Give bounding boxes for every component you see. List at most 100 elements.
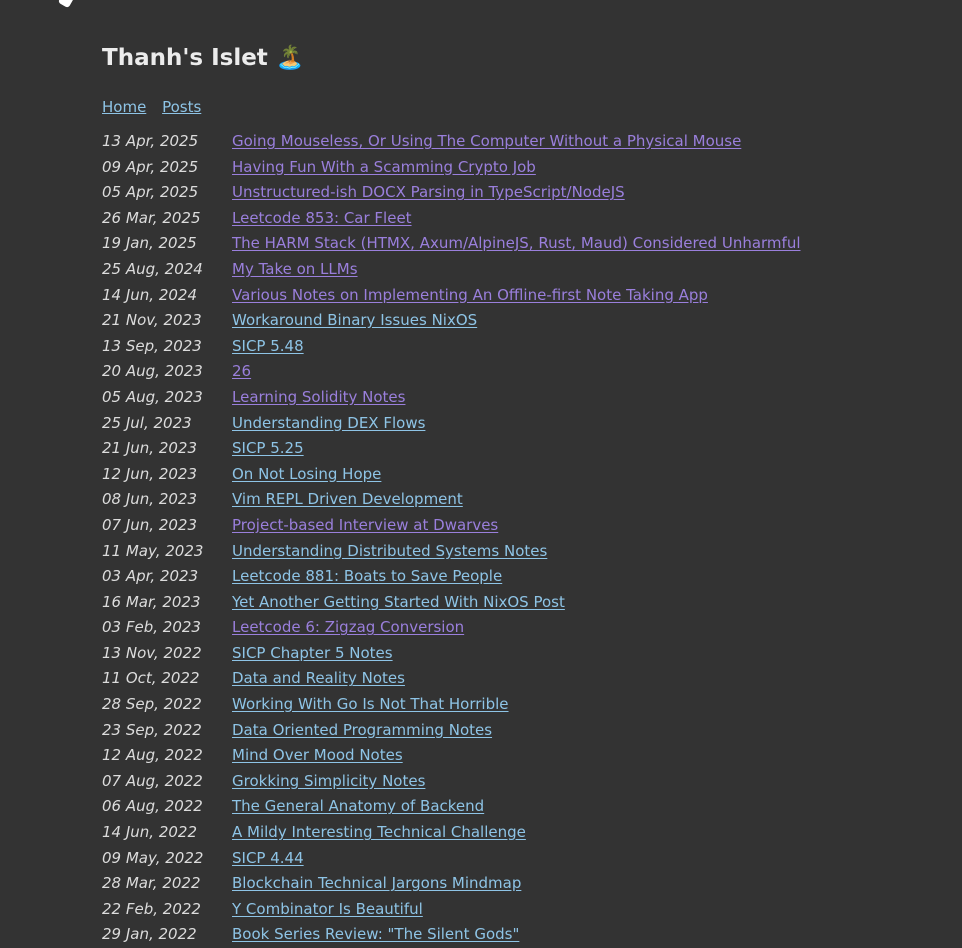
post-date: 03 Feb, 2023 [102,618,201,637]
post-link[interactable]: Leetcode 853: Car Fleet [232,206,412,232]
post-date: 25 Aug, 2024 [102,259,203,278]
post-date: 19 Jan, 2025 [102,234,197,253]
post-link[interactable]: Mind Over Mood Notes [232,743,403,769]
post-list-item: 13 Apr, 2025 Going Mouseless, Or Using Th… [102,129,801,155]
post-list-item: 11 Oct, 2022 Data and Reality Notes [102,666,801,692]
post-link[interactable]: 26 [232,359,251,385]
post-link[interactable]: My Take on LLMs [232,257,358,283]
post-list-item: 29 Jan, 2022 Book Series Review: "The Sil… [102,922,801,948]
post-link[interactable]: Working With Go Is Not That Horrible [232,692,509,718]
post-list-item: 05 Aug, 2023 Learning Solidity Notes [102,385,801,411]
post-date: 23 Sep, 2022 [102,720,202,739]
post-list-item: 23 Sep, 2022 Data Oriented Programming No… [102,718,801,744]
post-list-item: 13 Sep, 2023 SICP 5.48 [102,334,801,360]
post-list-item: 14 Jun, 2022 A Mildy Interesting Technica… [102,820,801,846]
post-list-item: 03 Apr, 2023 Leetcode 881: Boats to Save … [102,564,801,590]
post-link[interactable]: Various Notes on Implementing An Offline… [232,283,708,309]
post-link[interactable]: Having Fun With a Scamming Crypto Job [232,155,536,181]
post-list-item: 09 May, 2022 SICP 4.44 [102,846,801,872]
post-date: 07 Jun, 2023 [102,515,198,534]
post-date: 21 Nov, 2023 [102,311,202,330]
post-date: 14 Jun, 2022 [102,823,198,842]
post-link[interactable]: Data and Reality Notes [232,666,405,692]
post-link[interactable]: Blockchain Technical Jargons Mindmap [232,871,521,897]
post-link[interactable]: Vim REPL Driven Development [232,487,463,513]
post-list-item: 11 May, 2023 Understanding Distributed Sy… [102,539,801,565]
post-date: 20 Aug, 2023 [102,362,203,381]
post-list-item: 22 Feb, 2022 Y Combinator Is Beautiful [102,897,801,923]
post-date: 09 Apr, 2025 [102,157,199,176]
post-link[interactable]: Leetcode 6: Zigzag Conversion [232,615,464,641]
post-date: 21 Jun, 2023 [102,439,198,458]
post-link[interactable]: Data Oriented Programming Notes [232,718,492,744]
post-link[interactable]: Yet Another Getting Started With NixOS P… [232,590,565,616]
post-date: 12 Jun, 2023 [102,464,198,483]
post-list-item: 26 Mar, 2025 Leetcode 853: Car Fleet [102,206,801,232]
post-list-item: 14 Jun, 2024 Various Notes on Implementin… [102,283,801,309]
post-link[interactable]: Unstructured-ish DOCX Parsing in TypeScr… [232,180,625,206]
post-date: 07 Aug, 2022 [102,771,203,790]
post-date: 28 Mar, 2022 [102,874,201,893]
post-link[interactable]: Y Combinator Is Beautiful [232,897,423,923]
nav-home-link[interactable]: Home [102,98,146,116]
post-list-item: 16 Mar, 2023 Yet Another Getting Started … [102,590,801,616]
post-list-item: 28 Mar, 2022 Blockchain Technical Jargons… [102,871,801,897]
post-list-item: 07 Jun, 2023 Project-based Interview at D… [102,513,801,539]
post-list: 13 Apr, 2025 Going Mouseless, Or Using Th… [102,129,801,948]
post-link[interactable]: A Mildy Interesting Technical Challenge [232,820,526,846]
post-list-item: 21 Nov, 2023 Workaround Binary Issues Nix… [102,308,801,334]
post-list-item: 13 Nov, 2022 SICP Chapter 5 Notes [102,641,801,667]
post-date: 13 Nov, 2022 [102,643,202,662]
post-link[interactable]: Leetcode 881: Boats to Save People [232,564,502,590]
post-link[interactable]: SICP Chapter 5 Notes [232,641,393,667]
post-link[interactable]: The HARM Stack (HTMX, Axum/AlpineJS, Rus… [232,231,801,257]
post-link[interactable]: Grokking Simplicity Notes [232,769,425,795]
post-date: 22 Feb, 2022 [102,899,201,918]
post-link[interactable]: Going Mouseless, Or Using The Computer W… [232,129,741,155]
post-link[interactable]: SICP 5.48 [232,334,304,360]
post-list-item: 28 Sep, 2022 Working With Go Is Not That … [102,692,801,718]
nav-posts-link[interactable]: Posts [162,98,201,116]
post-link[interactable]: Workaround Binary Issues NixOS [232,308,477,334]
post-date: 09 May, 2022 [102,848,204,867]
post-date: 03 Apr, 2023 [102,567,199,586]
post-link[interactable]: SICP 4.44 [232,846,304,872]
post-date: 06 Aug, 2022 [102,797,203,816]
post-list-item: 03 Feb, 2023 Leetcode 6: Zigzag Conversio… [102,615,801,641]
post-list-item: 09 Apr, 2025 Having Fun With a Scamming C… [102,155,801,181]
post-link[interactable]: Project-based Interview at Dwarves [232,513,498,539]
post-list-item: 12 Aug, 2022 Mind Over Mood Notes [102,743,801,769]
post-link[interactable]: Understanding Distributed Systems Notes [232,539,547,565]
post-date: 16 Mar, 2023 [102,592,201,611]
post-date: 29 Jan, 2022 [102,925,197,944]
post-link[interactable]: On Not Losing Hope [232,462,381,488]
post-list-item: 19 Jan, 2025 The HARM Stack (HTMX, Axum/A… [102,231,801,257]
site-title: Thanh's Islet 🏝️ [102,45,305,71]
post-list-item: 05 Apr, 2025 Unstructured-ish DOCX Parsin… [102,180,801,206]
post-date: 14 Jun, 2024 [102,285,198,304]
post-date: 28 Sep, 2022 [102,695,202,714]
post-link[interactable]: The General Anatomy of Backend [232,794,484,820]
post-date: 05 Apr, 2025 [102,183,199,202]
post-list-item: 12 Jun, 2023 On Not Losing Hope [102,462,801,488]
post-link[interactable]: Learning Solidity Notes [232,385,405,411]
post-list-item: 07 Aug, 2022 Grokking Simplicity Notes [102,769,801,795]
post-date: 08 Jun, 2023 [102,490,198,509]
main-nav: Home Posts [102,97,801,117]
post-list-item: 21 Jun, 2023 SICP 5.25 [102,436,801,462]
post-link[interactable]: Understanding DEX Flows [232,411,425,437]
post-list-item: 08 Jun, 2023 Vim REPL Driven Development [102,487,801,513]
post-date: 05 Aug, 2023 [102,387,203,406]
post-link[interactable]: Book Series Review: "The Silent Gods" [232,922,519,948]
mouse-cursor-icon [57,0,75,9]
page-content: Thanh's Islet 🏝️ Home Posts 13 Apr, 2025… [102,40,801,948]
post-date: 12 Aug, 2022 [102,746,203,765]
post-date: 25 Jul, 2023 [102,413,192,432]
post-date: 11 Oct, 2022 [102,669,200,688]
post-list-item: 25 Jul, 2023 Understanding DEX Flows [102,411,801,437]
post-list-item: 06 Aug, 2022 The General Anatomy of Backe… [102,794,801,820]
post-date: 13 Sep, 2023 [102,336,202,355]
post-list-item: 20 Aug, 2023 26 [102,359,801,385]
post-link[interactable]: SICP 5.25 [232,436,304,462]
post-date: 11 May, 2023 [102,541,204,560]
